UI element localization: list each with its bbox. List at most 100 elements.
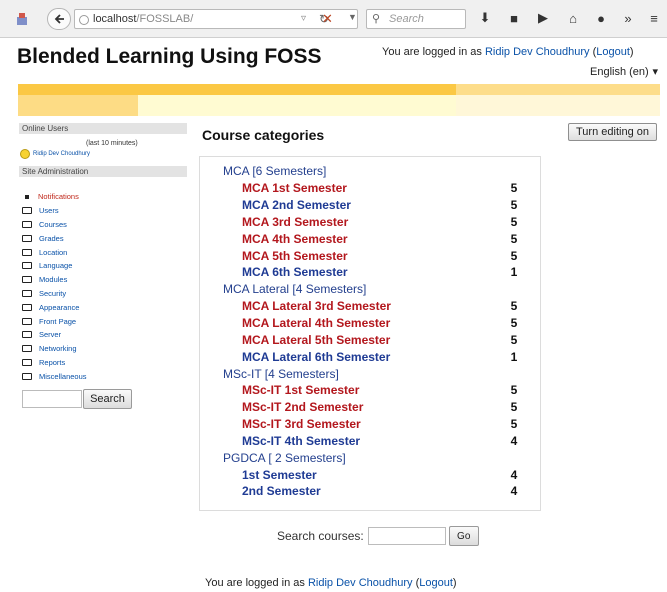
history-dropdown-icon[interactable]: ▿	[301, 13, 306, 24]
back-button[interactable]	[47, 8, 71, 30]
chevron-down-icon: ▾	[652, 66, 658, 78]
category-link[interactable]: 1st Semester	[242, 468, 317, 482]
turn-editing-on-button[interactable]: Turn editing on	[568, 123, 657, 141]
category-link[interactable]: MCA Lateral 4th Semester	[242, 316, 390, 330]
admin-item-label: Reports	[39, 357, 66, 367]
admin-item-modules[interactable]: Modules	[22, 273, 87, 287]
subcategory-row: MCA 3rd Semester 5	[223, 214, 529, 231]
library-icon[interactable]: ■	[506, 10, 522, 26]
admin-item-label: Grades	[39, 233, 64, 243]
addon-dropdown-icon[interactable]: ▼	[348, 12, 357, 22]
admin-item-server[interactable]: Server	[22, 328, 87, 342]
search-courses-input[interactable]	[367, 527, 446, 545]
course-count: 4	[510, 467, 518, 482]
category-link[interactable]: MCA 5th Semester	[242, 249, 348, 263]
category-link[interactable]: MSc-IT 1st Semester	[242, 383, 359, 397]
admin-item-reports[interactable]: Reports	[22, 356, 87, 370]
category-link[interactable]: MSc-IT 3rd Semester	[242, 417, 361, 431]
course-count: 1	[510, 349, 518, 364]
logout-link[interactable]: Logout	[596, 46, 630, 58]
site-admin-heading: Site Administration	[19, 166, 187, 177]
search-courses-form: Search courses: Go	[277, 526, 479, 546]
admin-item-label: Networking	[39, 344, 77, 354]
admin-item-networking[interactable]: Networking	[22, 342, 87, 356]
admin-item-security[interactable]: Security	[22, 287, 87, 301]
admin-item-language[interactable]: Language	[22, 259, 87, 273]
category-heading: PGDCA [ 2 Semesters]	[223, 449, 529, 466]
category-link[interactable]: MCA 2nd Semester	[242, 198, 351, 212]
home-icon[interactable]: ⌂	[565, 10, 581, 26]
admin-item-label: Language	[39, 261, 73, 271]
addon-icon[interactable]: ✕	[322, 11, 333, 27]
admin-item-label: Location	[39, 247, 68, 257]
admin-item-label: Users	[39, 206, 59, 216]
folder-icon	[22, 331, 32, 339]
folder-icon	[22, 289, 32, 297]
category-link[interactable]: MCA 6th Semester	[242, 265, 348, 279]
category-link[interactable]: MSc-IT [4 Semesters]	[223, 367, 339, 381]
category-link[interactable]: PGDCA [ 2 Semesters]	[223, 451, 346, 465]
admin-item-appearance[interactable]: Appearance	[22, 300, 87, 314]
folder-icon	[22, 262, 32, 270]
course-count: 5	[510, 299, 518, 314]
language-select[interactable]: English (en) ▾	[586, 63, 662, 80]
sidebar-search-button[interactable]: Search	[83, 389, 132, 409]
subcategory-row: MCA Lateral 4th Semester 5	[223, 315, 529, 332]
footer-user-link[interactable]: Ridip Dev Choudhury	[308, 577, 413, 589]
admin-item-location[interactable]: Location	[22, 245, 87, 259]
browser-search-input[interactable]: ⚲ Search	[366, 9, 466, 29]
go-button[interactable]: Go	[448, 526, 479, 546]
online-user-item[interactable]: Ridip Dev Choudhury	[20, 149, 90, 159]
folder-icon	[22, 345, 32, 353]
course-count: 5	[510, 198, 518, 213]
admin-item-grades[interactable]: Grades	[22, 231, 87, 245]
url-bar[interactable]: localhost/FOSSLAB/ ▿ ↻	[74, 9, 358, 29]
category-link[interactable]: MCA 3rd Semester	[242, 215, 348, 229]
admin-item-notifications[interactable]: Notifications	[22, 190, 87, 204]
category-heading: MCA Lateral [4 Semesters]	[223, 281, 529, 298]
login-info: You are logged in as Ridip Dev Choudhury…	[382, 46, 634, 58]
youtube-icon[interactable]: ▶	[535, 10, 551, 26]
downloads-icon[interactable]: ⬇	[477, 10, 493, 26]
category-link[interactable]: MCA 4th Semester	[242, 232, 348, 246]
course-count: 5	[510, 316, 518, 331]
admin-item-miscellaneous[interactable]: Miscellaneous	[22, 369, 87, 383]
subcategory-row: MCA 2nd Semester 5	[223, 197, 529, 214]
course-count: 5	[510, 231, 518, 246]
online-users-heading: Online Users	[19, 123, 187, 134]
admin-item-courses[interactable]: Courses	[22, 218, 87, 232]
admin-item-front-page[interactable]: Front Page	[22, 314, 87, 328]
sidebar-search-input[interactable]	[22, 390, 82, 408]
hamburger-menu-icon[interactable]: ≡	[646, 10, 662, 26]
site-identity-icon	[79, 15, 89, 25]
category-link[interactable]: MCA [6 Semesters]	[223, 164, 326, 178]
category-link[interactable]: MCA 1st Semester	[242, 181, 347, 195]
subcategory-row: MSc-IT 4th Semester 4	[223, 433, 529, 450]
subcategory-row: MSc-IT 1st Semester 5	[223, 382, 529, 399]
footer-logout-link[interactable]: Logout	[419, 577, 453, 589]
category-link[interactable]: MSc-IT 4th Semester	[242, 434, 360, 448]
admin-item-label: Courses	[39, 219, 67, 229]
course-count: 5	[510, 332, 518, 347]
course-count: 4	[510, 433, 518, 448]
user-profile-link[interactable]: Ridip Dev Choudhury	[485, 46, 590, 58]
subcategory-row: MCA Lateral 6th Semester 1	[223, 348, 529, 365]
folder-icon	[22, 207, 32, 215]
chat-icon[interactable]: ●	[593, 10, 609, 26]
subcategory-row: MSc-IT 2nd Semester 5	[223, 399, 529, 416]
category-link[interactable]: MCA Lateral 6th Semester	[242, 350, 390, 364]
overflow-icon[interactable]: »	[620, 10, 636, 26]
category-link[interactable]: MCA Lateral [4 Semesters]	[223, 282, 366, 296]
admin-item-users[interactable]: Users	[22, 204, 87, 218]
category-link[interactable]: MSc-IT 2nd Semester	[242, 400, 363, 414]
category-heading: MSc-IT [4 Semesters]	[223, 365, 529, 382]
app-menu-icon[interactable]	[14, 11, 30, 27]
course-count: 5	[510, 417, 518, 432]
url-host: localhost	[93, 13, 137, 25]
category-link[interactable]: 2nd Semester	[242, 484, 321, 498]
folder-icon	[22, 248, 32, 256]
category-link[interactable]: MCA Lateral 3rd Semester	[242, 299, 391, 313]
user-avatar-icon	[20, 149, 30, 159]
subcategory-row: MSc-IT 3rd Semester 5	[223, 416, 529, 433]
category-link[interactable]: MCA Lateral 5th Semester	[242, 333, 390, 347]
